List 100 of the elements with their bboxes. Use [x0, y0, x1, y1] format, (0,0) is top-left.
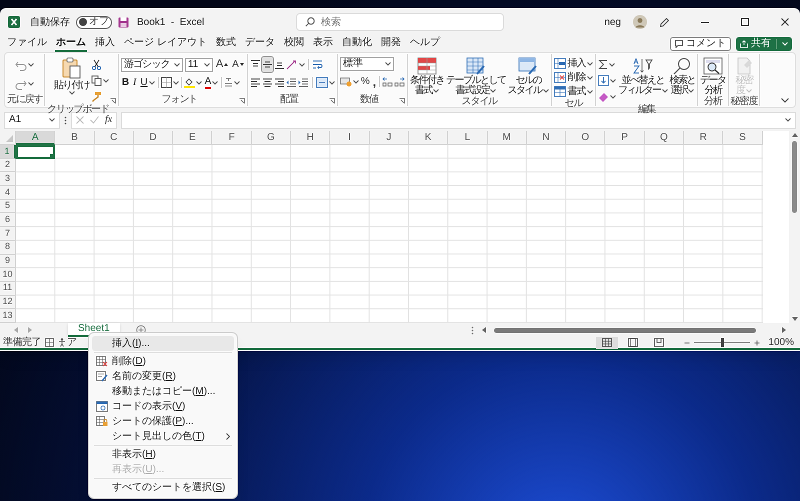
- shrink-font-button[interactable]: A: [231, 57, 245, 72]
- number-format-dropdown[interactable]: 標準: [340, 57, 394, 71]
- column-header[interactable]: M: [488, 131, 527, 145]
- ribbon-tab[interactable]: ヘルプ: [408, 36, 441, 52]
- menu-item[interactable]: コードの表示(V): [92, 399, 234, 414]
- sort-filter-button[interactable]: 並べ替えと フィルター: [618, 57, 668, 96]
- find-select-button[interactable]: 検索と 選択: [670, 57, 696, 96]
- column-header[interactable]: I: [330, 131, 370, 145]
- horizontal-scrollbar[interactable]: [494, 328, 756, 332]
- comment-button[interactable]: コメント: [670, 37, 731, 51]
- pen-icon[interactable]: [659, 16, 670, 28]
- close-icon[interactable]: [780, 17, 790, 27]
- cell-grid[interactable]: A B C D E F G H I J K L M N O P Q R S 1 2 3 4 5 6 7 8 9 10 11 12 13: [0, 131, 763, 323]
- column-header[interactable]: L: [448, 131, 488, 145]
- row-header[interactable]: 9: [0, 254, 16, 268]
- row-header[interactable]: 6: [0, 213, 16, 228]
- dialog-launcher-icon[interactable]: [110, 98, 116, 104]
- row-header[interactable]: 5: [0, 200, 16, 214]
- percent-button[interactable]: %: [360, 74, 371, 89]
- zoom-in-icon[interactable]: [754, 340, 760, 346]
- menu-item[interactable]: 移動またはコピー(M)...: [92, 384, 234, 399]
- enter-check-icon[interactable]: [90, 116, 99, 124]
- vertical-scrollbar[interactable]: [789, 131, 800, 323]
- more-options-icon[interactable]: [64, 116, 67, 124]
- column-header[interactable]: C: [94, 131, 134, 145]
- comma-button[interactable]: ,: [372, 74, 378, 89]
- ribbon-tab[interactable]: 数式: [214, 36, 237, 52]
- column-header[interactable]: B: [55, 131, 95, 145]
- row-header[interactable]: 12: [0, 296, 16, 310]
- column-header[interactable]: D: [134, 131, 174, 145]
- cells-menu-button[interactable]: 書式: [554, 85, 594, 98]
- column-header[interactable]: E: [173, 131, 212, 145]
- view-button[interactable]: [596, 336, 618, 348]
- avatar-icon[interactable]: [633, 15, 647, 29]
- scroll-right-icon[interactable]: [782, 327, 786, 333]
- menu-item[interactable]: 非表示(H): [92, 447, 234, 462]
- fill-button[interactable]: [598, 73, 616, 88]
- ribbon-tab[interactable]: 表示: [312, 36, 334, 52]
- dialog-launcher-icon[interactable]: [238, 98, 245, 104]
- menu-item[interactable]: シート見出しの色(T): [92, 429, 234, 444]
- ribbon-tab[interactable]: 挿入: [94, 36, 116, 52]
- column-header[interactable]: F: [212, 131, 252, 145]
- ribbon-tab[interactable]: 開発: [380, 36, 402, 52]
- accessibility-icon[interactable]: [58, 338, 66, 347]
- paste-button[interactable]: 貼り付け: [54, 57, 90, 95]
- ribbon-tab[interactable]: 自動化: [340, 36, 373, 52]
- maximize-icon[interactable]: [740, 17, 750, 27]
- row-header[interactable]: 13: [0, 309, 16, 323]
- zoom-level[interactable]: 100%: [768, 338, 794, 348]
- cells-menu-button[interactable]: 削除: [554, 71, 594, 84]
- format-as-table-button[interactable]: テーブルとして 書式設定: [446, 57, 506, 96]
- font-color-button[interactable]: A: [204, 75, 220, 90]
- menu-item[interactable]: シートの保護(P)...: [92, 414, 234, 429]
- save-icon[interactable]: [118, 16, 129, 28]
- ribbon-tab[interactable]: データ: [244, 36, 276, 52]
- insert-function-button[interactable]: fx: [105, 115, 112, 125]
- vertical-align-button[interactable]: [262, 57, 273, 72]
- column-header[interactable]: O: [566, 131, 606, 145]
- increase-decimal-button[interactable]: [382, 74, 394, 89]
- accessibility-status[interactable]: ア: [67, 338, 77, 348]
- dialog-launcher-icon[interactable]: [399, 98, 406, 104]
- menu-item[interactable]: 名前の変更(R): [92, 369, 234, 384]
- borders-button[interactable]: [160, 75, 179, 90]
- row-header[interactable]: 1: [0, 145, 16, 159]
- font-name-dropdown[interactable]: 游ゴシック: [120, 58, 183, 72]
- autosave-toggle[interactable]: オフ: [76, 16, 112, 28]
- font-size-dropdown[interactable]: 11: [184, 58, 213, 72]
- row-header[interactable]: 11: [0, 282, 16, 296]
- column-header[interactable]: G: [252, 131, 292, 145]
- cell-mode-icon[interactable]: [45, 338, 54, 347]
- column-header[interactable]: P: [605, 131, 645, 145]
- scroll-down-icon[interactable]: [792, 317, 798, 321]
- zoom-slider-thumb[interactable]: [720, 338, 724, 347]
- conditional-format-button[interactable]: 条件付き 書式: [410, 57, 444, 96]
- row-header[interactable]: 10: [0, 268, 16, 282]
- column-header[interactable]: K: [408, 131, 448, 145]
- row-header[interactable]: 8: [0, 240, 16, 254]
- column-header[interactable]: S: [723, 131, 763, 145]
- italic-button[interactable]: I: [132, 75, 138, 90]
- analyze-data-button[interactable]: データ 分析: [700, 57, 726, 96]
- decrease-decimal-button[interactable]: [394, 74, 406, 89]
- cells-menu-button[interactable]: 挿入: [554, 57, 594, 70]
- bold-button[interactable]: B: [120, 75, 130, 90]
- formula-input[interactable]: [121, 112, 796, 128]
- column-header[interactable]: Q: [644, 131, 684, 145]
- ribbon-tab[interactable]: ファイル: [6, 36, 48, 52]
- share-button[interactable]: 共有: [736, 37, 792, 51]
- underline-button[interactable]: U: [139, 75, 156, 90]
- ribbon-tab[interactable]: ページ レイアウト: [123, 36, 208, 52]
- more-options-icon[interactable]: [471, 326, 474, 334]
- column-header[interactable]: N: [526, 131, 566, 145]
- column-header[interactable]: H: [291, 131, 330, 145]
- column-header[interactable]: J: [370, 131, 409, 145]
- zoom-out-icon[interactable]: [684, 340, 690, 346]
- menu-item[interactable]: すべてのシートを選択(S): [92, 480, 234, 495]
- grow-font-button[interactable]: A: [214, 57, 230, 72]
- merge-center-button[interactable]: [316, 75, 335, 90]
- selected-cell[interactable]: [16, 145, 56, 159]
- row-header[interactable]: 2: [0, 158, 16, 172]
- dialog-launcher-icon[interactable]: [328, 98, 335, 104]
